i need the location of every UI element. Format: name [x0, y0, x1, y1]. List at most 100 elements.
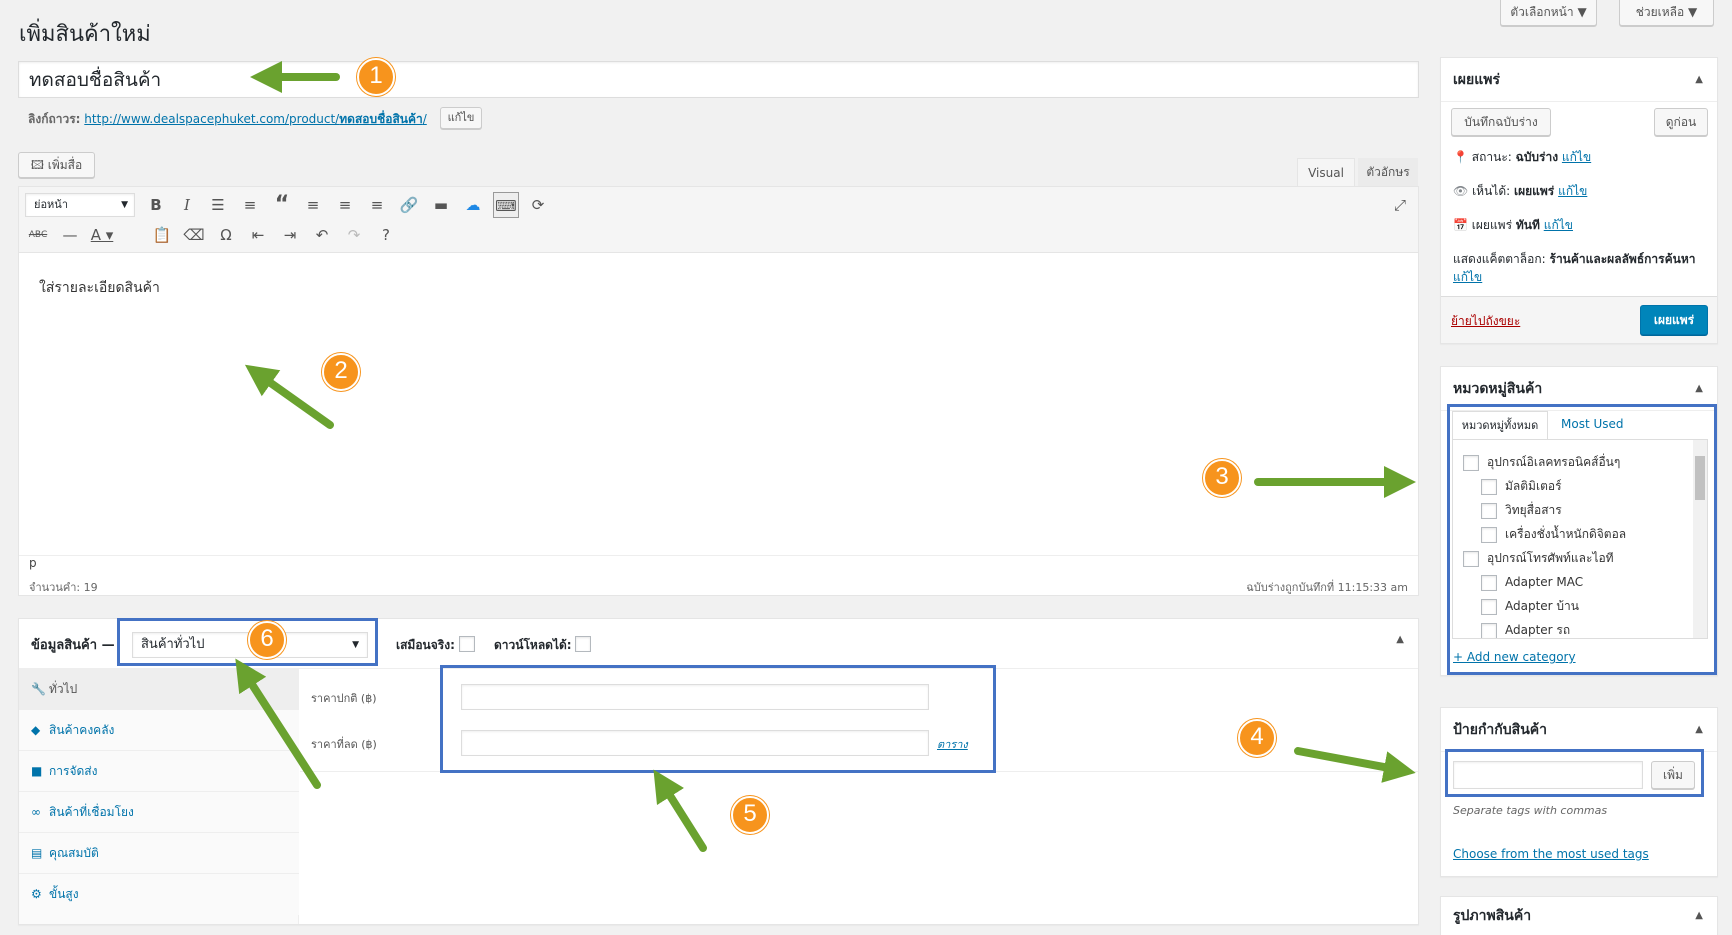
catalog-edit-link[interactable]: แก้ไข	[1453, 270, 1482, 284]
toolbar-toggle-icon[interactable]: ⌨	[493, 192, 519, 218]
tab-general[interactable]: 🔧 ทั่วไป	[19, 669, 299, 710]
annotation-badge-1: 1	[357, 58, 395, 96]
catalog-visibility-row: แสดงแค็ตตาล็อก: ร้านค้าและผลลัพธ์การค้นห…	[1453, 252, 1696, 284]
indent-icon[interactable]: ⇥	[277, 222, 303, 248]
truck-icon: ■	[31, 764, 43, 778]
align-right-icon[interactable]: ≡	[364, 192, 390, 218]
media-icon: 🖾	[30, 158, 44, 172]
editor-content[interactable]: ใส่รายละเอียดสินค้า	[39, 277, 160, 299]
undo-icon[interactable]: ↶	[309, 222, 335, 248]
product-image-box: รูปภาพสินค้า ▲	[1440, 896, 1718, 935]
publish-button[interactable]: เผยแพร่	[1640, 305, 1708, 335]
special-char-icon[interactable]: Ω	[213, 222, 239, 248]
help-button[interactable]: ช่วยเหลือ ▼	[1619, 0, 1714, 26]
format-select[interactable]: ย่อหน้า ▼	[25, 193, 135, 217]
status-row: 📍 สถานะ: ฉบับร่าง แก้ไข	[1453, 150, 1592, 164]
word-count: จำนวนคำ: 19	[29, 581, 98, 594]
tab-attributes[interactable]: ▤ คุณสมบัติ	[19, 833, 299, 874]
virtual-checkbox[interactable]	[459, 636, 475, 652]
regular-price-label: ราคาปกติ (฿)	[311, 692, 377, 705]
sale-price-label: ราคาที่ลด (฿)	[311, 738, 377, 751]
tag-icon: ◆	[31, 723, 41, 737]
collapse-icon[interactable]: ▲	[1695, 58, 1703, 102]
publish-header: เผยแพร่ ▲	[1441, 58, 1717, 102]
outdent-icon[interactable]: ⇤	[245, 222, 271, 248]
collapse-icon[interactable]: ▲	[1396, 634, 1404, 645]
chevron-down-icon: ▼	[121, 200, 128, 210]
publish-actions: ย้ายไปถังขยะ เผยแพร่	[1441, 296, 1717, 343]
annotation-badge-3: 3	[1203, 459, 1241, 497]
gear-icon: ⚙	[31, 887, 42, 901]
link-icon: ∞	[31, 805, 41, 819]
choose-most-used-tags-link[interactable]: Choose from the most used tags	[1453, 847, 1649, 861]
tab-linked-products[interactable]: ∞ สินค้าที่เชื่อมโยง	[19, 792, 299, 833]
highlight-box-categories	[1447, 404, 1717, 675]
virtual-label: เสมือนจริง:	[396, 638, 455, 652]
align-left-icon[interactable]: ≡	[300, 192, 326, 218]
add-media-button[interactable]: 🖾 เพิ่มสื่อ	[18, 152, 95, 178]
page-title: เพิ่มสินค้าใหม่	[19, 22, 151, 47]
tab-shipping[interactable]: ■ การจัดส่ง	[19, 751, 299, 792]
refresh-icon[interactable]: ⟳	[525, 192, 551, 218]
redo-icon[interactable]: ↷	[341, 222, 367, 248]
tags-header: ป้ายกำกับสินค้า ▲	[1441, 708, 1717, 752]
numbered-list-icon[interactable]: ≡	[237, 192, 263, 218]
product-data-title: ข้อมูลสินค้า —	[31, 638, 115, 653]
cloud-icon[interactable]: ☁	[460, 192, 486, 218]
add-media-label: เพิ่มสื่อ	[47, 158, 83, 172]
editor-container: ย่อหน้า ▼ B I ☰ ≡ “ ≡ ≡ ≡ 🔗 ▬ ☁ ⌨ ⟳ ⤢ ABC…	[18, 186, 1419, 596]
editor-path: p	[19, 555, 1418, 575]
paste-text-icon[interactable]: 📋	[149, 222, 175, 248]
permalink-label: ลิงก์ถาวร:	[28, 112, 81, 126]
product-data-tabs: 🔧 ทั่วไป ◆ สินค้าคงคลัง ■ การจัดส่ง ∞ สินค้า…	[19, 669, 299, 924]
fullscreen-icon[interactable]: ⤢	[1387, 192, 1413, 218]
draft-saved-status: ฉบับร่างถูกบันทึกที่ 11:15:33 am	[1246, 581, 1408, 594]
visibility-edit-link[interactable]: แก้ไข	[1558, 184, 1587, 198]
tab-inventory[interactable]: ◆ สินค้าคงคลัง	[19, 710, 299, 751]
tab-text[interactable]: ตัวอักษร	[1358, 158, 1418, 186]
italic-icon[interactable]: I	[174, 192, 200, 218]
clear-format-icon[interactable]: ⌫	[181, 222, 207, 248]
screen-options-button[interactable]: ตัวเลือกหน้า ▼	[1500, 0, 1597, 26]
eye-icon: 👁	[1453, 184, 1469, 198]
blockquote-icon[interactable]: “	[269, 192, 295, 218]
collapse-icon[interactable]: ▲	[1695, 708, 1703, 752]
annotation-badge-4: 4	[1238, 719, 1276, 757]
align-center-icon[interactable]: ≡	[332, 192, 358, 218]
permalink-row: ลิงก์ถาวร: http://www.dealspacephuket.co…	[28, 110, 427, 129]
text-color-icon[interactable]: A ▾	[89, 222, 115, 248]
annotation-badge-5: 5	[731, 796, 769, 834]
read-more-icon[interactable]: ▬	[428, 192, 454, 218]
publish-time-row: 📅 เผยแพร่ ทันที แก้ไข	[1453, 218, 1573, 232]
list-icon: ▤	[31, 846, 43, 860]
collapse-icon[interactable]: ▲	[1695, 897, 1703, 935]
annotation-badge-2: 2	[322, 353, 360, 391]
save-draft-button[interactable]: บันทึกฉบับร่าง	[1451, 108, 1551, 136]
wrench-icon: 🔧	[31, 682, 46, 696]
downloadable-checkbox[interactable]	[575, 636, 591, 652]
status-edit-link[interactable]: แก้ไข	[1562, 150, 1591, 164]
highlight-box-tags	[1445, 749, 1704, 797]
product-image-header: รูปภาพสินค้า ▲	[1441, 897, 1717, 935]
visibility-row: 👁 เห็นได้: เผยแพร่ แก้ไข	[1453, 184, 1588, 198]
editor-toolbar: ย่อหน้า ▼ B I ☰ ≡ “ ≡ ≡ ≡ 🔗 ▬ ☁ ⌨ ⟳ ⤢ ABC…	[19, 187, 1418, 253]
help-icon[interactable]: ?	[373, 222, 399, 248]
strikethrough-icon[interactable]: ABC	[25, 222, 51, 248]
publish-time-edit-link[interactable]: แก้ไข	[1544, 218, 1573, 232]
highlight-box-pricing	[440, 665, 996, 773]
bullet-list-icon[interactable]: ☰	[205, 192, 231, 218]
tab-visual[interactable]: Visual	[1297, 158, 1355, 186]
bold-icon[interactable]: B	[143, 192, 169, 218]
product-title-input[interactable]: ทดสอบชื่อสินค้า	[18, 61, 1419, 98]
horizontal-line-icon[interactable]: —	[57, 222, 83, 248]
pin-icon: 📍	[1453, 150, 1468, 164]
link-icon[interactable]: 🔗	[396, 192, 422, 218]
annotation-badge-6: 6	[248, 621, 286, 659]
tags-hint: Separate tags with commas	[1453, 804, 1608, 817]
permalink-edit-button[interactable]: แก้ไข	[440, 107, 482, 129]
publish-box: เผยแพร่ ▲ บันทึกฉบับร่าง ดูก่อน 📍 สถานะ: …	[1440, 57, 1718, 344]
preview-button[interactable]: ดูก่อน	[1654, 108, 1708, 136]
move-to-trash-link[interactable]: ย้ายไปถังขยะ	[1451, 312, 1520, 331]
permalink-url[interactable]: http://www.dealspacephuket.com/product/ท…	[84, 112, 426, 126]
tab-advanced[interactable]: ⚙ ขั้นสูง	[19, 874, 299, 915]
